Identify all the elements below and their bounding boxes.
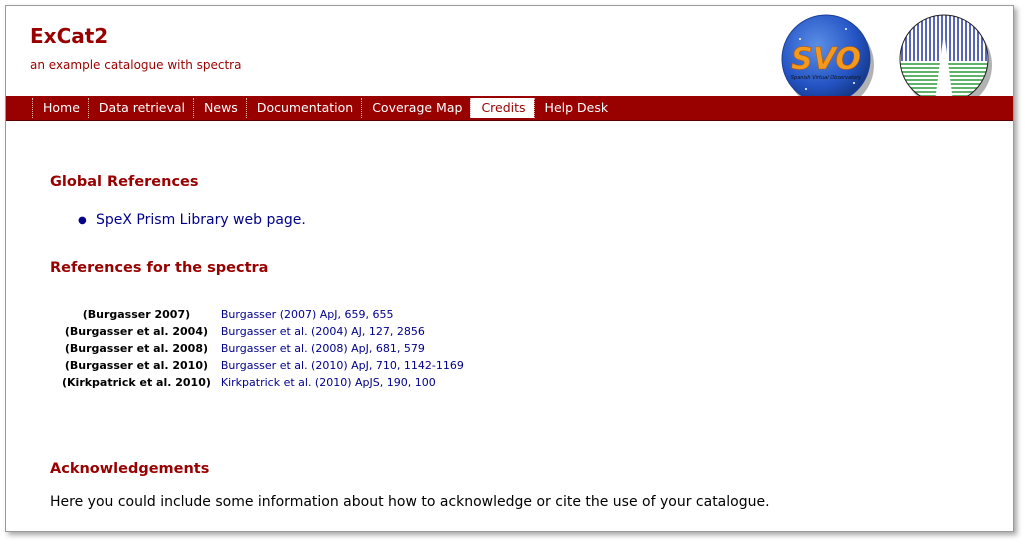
ref-key: (Burgasser et al. 2004) [64, 325, 209, 338]
ref-link[interactable]: Kirkpatrick et al. (2010) ApJS, 190, 100 [221, 374, 464, 391]
nav-item-credits[interactable]: Credits [470, 98, 534, 118]
nav-item-home[interactable]: Home [32, 98, 88, 118]
nav-item-help-desk[interactable]: Help Desk [533, 98, 617, 118]
nav-list: Home Data retrieval News Documentation C… [32, 98, 616, 118]
svo-logo[interactable]: SVO Spanish Virtual Observatory [776, 9, 876, 109]
observatory-logo-icon[interactable] [894, 9, 994, 109]
spectra-references-title: References for the spectra [50, 260, 269, 276]
ref-key: (Burgasser 2007) [82, 308, 191, 321]
site-subtitle: an example catalogue with spectra [30, 58, 242, 72]
table-row: (Kirkpatrick et al. 2010) Kirkpatrick et… [62, 374, 464, 391]
bullet-icon: ● [78, 214, 87, 226]
table-row: (Burgasser et al. 2004) Burgasser et al.… [62, 323, 464, 340]
table-row: (Burgasser et al. 2010) Burgasser et al.… [62, 357, 464, 374]
nav-item-documentation[interactable]: Documentation [245, 98, 361, 118]
global-references-list: ● SpeX Prism Library web page. [78, 212, 306, 228]
nav-bar: Home Data retrieval News Documentation C… [6, 96, 1013, 121]
ref-key: (Kirkpatrick et al. 2010) [62, 376, 211, 389]
header: ExCat2 an example catalogue with spectra… [6, 6, 1013, 109]
svo-logo-subtext: Spanish Virtual Observatory [791, 75, 862, 81]
ref-link[interactable]: Burgasser (2007) ApJ, 659, 655 [221, 306, 464, 323]
page-frame: ExCat2 an example catalogue with spectra… [5, 5, 1014, 532]
spex-library-link[interactable]: SpeX Prism Library web page. [96, 212, 306, 228]
nav-item-data-retrieval[interactable]: Data retrieval [87, 98, 193, 118]
ref-key: (Burgasser et al. 2010) [64, 359, 209, 372]
ref-link[interactable]: Burgasser et al. (2010) ApJ, 710, 1142-1… [221, 357, 464, 374]
table-row: (Burgasser et al. 2008) Burgasser et al.… [62, 340, 464, 357]
table-row: (Burgasser 2007) Burgasser (2007) ApJ, 6… [62, 306, 464, 323]
site-title[interactable]: ExCat2 [30, 24, 108, 48]
acknowledgements-text: Here you could include some information … [50, 494, 770, 510]
global-references-title: Global References [50, 174, 199, 190]
ref-link[interactable]: Burgasser et al. (2008) ApJ, 681, 579 [221, 340, 464, 357]
svo-logo-text: SVO [791, 42, 861, 77]
nav-item-news[interactable]: News [193, 98, 246, 118]
acknowledgements-title: Acknowledgements [50, 461, 210, 477]
list-item[interactable]: ● SpeX Prism Library web page. [78, 212, 306, 228]
ref-link[interactable]: Burgasser et al. (2004) AJ, 127, 2856 [221, 323, 464, 340]
ref-key: (Burgasser et al. 2008) [64, 342, 209, 355]
spectra-references-table: (Burgasser 2007) Burgasser (2007) ApJ, 6… [62, 306, 464, 391]
nav-item-coverage-map[interactable]: Coverage Map [361, 98, 470, 118]
